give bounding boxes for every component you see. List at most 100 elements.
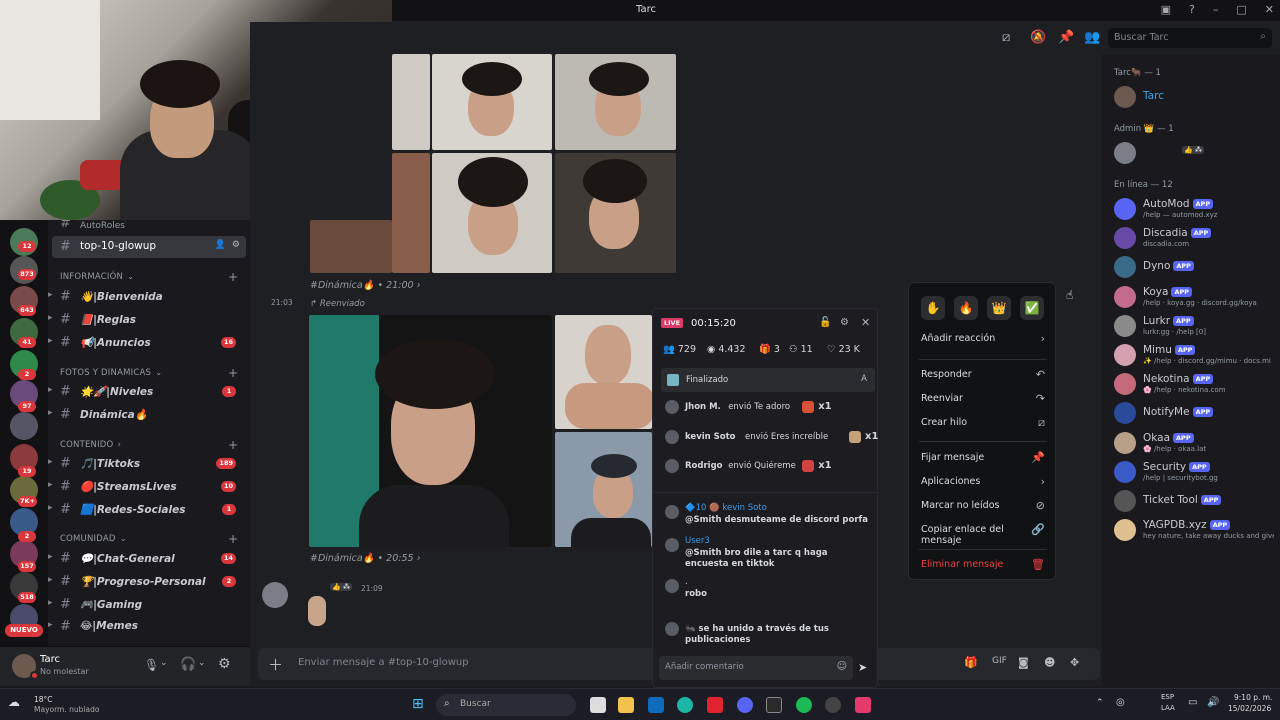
- gif-icon[interactable]: GIF: [992, 656, 1007, 666]
- member-item[interactable]: YAGPDB.xyz APP hey nature, take away ducks…: [1114, 517, 1274, 547]
- clock-time[interactable]: 9:10 p. m.: [1234, 693, 1272, 702]
- weather-desc[interactable]: Mayorm. nublado: [34, 705, 99, 714]
- close-button[interactable]: ✕: [1265, 3, 1274, 16]
- image-tile[interactable]: [309, 315, 552, 547]
- reaction-button[interactable]: 🔥: [954, 296, 978, 320]
- menu-item[interactable]: Eliminar mensaje 🗑: [921, 558, 1045, 571]
- channel-item[interactable]: ▸ # 📕|Reglas: [48, 309, 246, 331]
- settings-icon[interactable]: ⚙: [232, 240, 240, 250]
- image-tile[interactable]: [555, 54, 676, 150]
- menu-item[interactable]: Marcar no leídos ⊘: [921, 499, 1045, 512]
- menu-item[interactable]: Crear hilo ⧄: [921, 416, 1045, 429]
- gear-icon[interactable]: ⚙: [840, 317, 849, 328]
- channel-item[interactable]: ▸ # 🟦|Redes-Sociales 1: [48, 499, 246, 521]
- member-item[interactable]: Koya APP/help · koya.gg · discord.gg/koya: [1114, 284, 1274, 314]
- network-icon[interactable]: ◎: [1116, 697, 1125, 708]
- channel-item[interactable]: ▸ # 🎵|Tiktoks 189: [48, 453, 246, 475]
- image-tile[interactable]: [310, 220, 392, 273]
- channel-category[interactable]: CONTENIDO › +: [60, 438, 238, 452]
- windows-start-icon[interactable]: ⊞: [412, 696, 424, 712]
- pin-icon[interactable]: 📌: [1058, 30, 1074, 45]
- channel-item[interactable]: ▸ # 💬|Chat-General 14: [48, 548, 246, 570]
- screen-icon[interactable]: ▣: [1161, 3, 1171, 16]
- server-icon[interactable]: [10, 412, 38, 440]
- clock-date[interactable]: 15/02/2026: [1228, 704, 1271, 713]
- channel-item[interactable]: ▸ # 🔴|StreamsLives 10: [48, 476, 246, 498]
- apps-icon[interactable]: ✥: [1070, 656, 1079, 669]
- gift-icon[interactable]: 🎁: [964, 656, 978, 669]
- menu-item[interactable]: Aplicaciones ›: [921, 475, 1045, 488]
- member-item[interactable]: Okaa APP 🌸 /help · okaa.lat: [1114, 430, 1274, 460]
- weather-temp[interactable]: 18°C: [34, 695, 53, 704]
- mute-icon[interactable]: 🔕: [1030, 30, 1046, 45]
- headphones-icon[interactable]: 🎧: [180, 657, 196, 672]
- obs-icon[interactable]: [825, 697, 841, 713]
- member-item[interactable]: AutoMod APP/help — automod.xyz: [1114, 196, 1274, 226]
- channel-item[interactable]: ▸ # 🌟🚀|Niveles 1: [48, 381, 246, 403]
- maximize-button[interactable]: □: [1236, 3, 1246, 16]
- channel-item[interactable]: ▸ # 🏆|Progreso-Personal 2: [48, 571, 246, 593]
- member-item[interactable]: Mimu APP ✨ /help · discord.gg/mimu · docs.…: [1114, 342, 1274, 372]
- taskbar-search[interactable]: ⌕ Buscar: [436, 694, 576, 716]
- edge-icon[interactable]: [677, 697, 693, 713]
- comment-input[interactable]: Añadir comentario ☺: [659, 656, 853, 680]
- tiktok-icon[interactable]: [855, 697, 871, 713]
- image-tile[interactable]: [432, 54, 552, 150]
- chevron-up-icon[interactable]: ⌃: [1096, 698, 1104, 708]
- member-item[interactable]: Ticket Tool APP: [1114, 488, 1274, 518]
- reaction-button[interactable]: ✅: [1020, 296, 1044, 320]
- member-admin[interactable]: 👍 ⁂: [1114, 140, 1274, 170]
- channel-category[interactable]: COMUNIDAD ⌄ +: [60, 532, 238, 546]
- channel-category[interactable]: FOTOS Y DINAMICAS ⌄ +: [60, 366, 238, 380]
- emoji-icon[interactable]: ☺: [837, 661, 847, 672]
- settings-icon[interactable]: ⚙: [218, 656, 231, 672]
- invite-icon[interactable]: 👤: [215, 240, 226, 250]
- image-tile[interactable]: [555, 153, 676, 273]
- discord-icon[interactable]: [737, 697, 753, 713]
- lock-icon[interactable]: 🔓: [819, 317, 831, 328]
- add-channel-icon[interactable]: +: [228, 270, 238, 284]
- minimize-button[interactable]: –: [1213, 3, 1219, 16]
- channel-category[interactable]: INFORMACIÓN ⌄ +: [60, 270, 238, 284]
- image-tile[interactable]: [392, 54, 430, 150]
- language-secondary[interactable]: LAA: [1161, 704, 1175, 712]
- menu-item[interactable]: Copiar enlace del mensaje 🔗: [921, 523, 1045, 546]
- status-bar[interactable]: Finalizado A: [661, 368, 875, 392]
- send-icon[interactable]: ➤: [858, 661, 867, 674]
- spotify-icon[interactable]: [796, 697, 812, 713]
- member-tarc[interactable]: Tarc: [1114, 84, 1274, 114]
- member-item[interactable]: Lurkr APP lurkr.gg · /help [0]: [1114, 313, 1274, 343]
- members-icon[interactable]: 👥: [1084, 30, 1100, 45]
- add-attachment-icon[interactable]: ＋: [268, 654, 283, 675]
- menu-item[interactable]: Responder ↶: [921, 368, 1045, 381]
- member-item[interactable]: Discadia APP discadia.com: [1114, 225, 1274, 255]
- close-icon[interactable]: ✕: [861, 316, 870, 329]
- member-item[interactable]: NotifyMe APP: [1114, 400, 1274, 430]
- image-tile[interactable]: [432, 153, 552, 273]
- epic-games-icon[interactable]: [766, 697, 782, 713]
- image-tile[interactable]: [392, 153, 430, 273]
- image-tile[interactable]: [555, 432, 652, 547]
- chevron-down-icon[interactable]: ⌄: [160, 658, 168, 668]
- member-item[interactable]: Security APP/help | securitybot.gg: [1114, 459, 1274, 489]
- threads-icon[interactable]: ⧄: [1002, 30, 1010, 45]
- channel-item[interactable]: ▸ # 🎮|Gaming: [48, 594, 246, 616]
- channel-item[interactable]: ▸ # Dinámica🔥: [48, 404, 246, 426]
- emoji-icon[interactable]: ☻: [1044, 656, 1055, 669]
- language-primary[interactable]: ESP: [1161, 693, 1174, 701]
- menu-item[interactable]: Reenviar ↷: [921, 392, 1045, 405]
- channel-item[interactable]: ▸ # 😂|Memes: [48, 616, 246, 638]
- member-item[interactable]: Nekotina APP 🌸 /help · nekotina.com: [1114, 371, 1274, 401]
- file-explorer-icon[interactable]: [618, 697, 634, 713]
- display-icon[interactable]: ▭: [1188, 697, 1197, 708]
- reaction-button[interactable]: 👑: [987, 296, 1011, 320]
- channel-autoroles[interactable]: # AutoRoles: [52, 220, 246, 232]
- member-item[interactable]: Dyno APP: [1114, 254, 1274, 284]
- image-tile[interactable]: [555, 315, 652, 429]
- channel-item[interactable]: ▸ # 👋|Bienvenida: [48, 286, 246, 308]
- avatar[interactable]: [262, 582, 288, 608]
- chevron-down-icon[interactable]: ⌄: [198, 658, 206, 668]
- add-channel-icon[interactable]: +: [228, 532, 238, 546]
- menu-item[interactable]: Añadir reacción ›: [921, 332, 1045, 345]
- opera-icon[interactable]: [707, 697, 723, 713]
